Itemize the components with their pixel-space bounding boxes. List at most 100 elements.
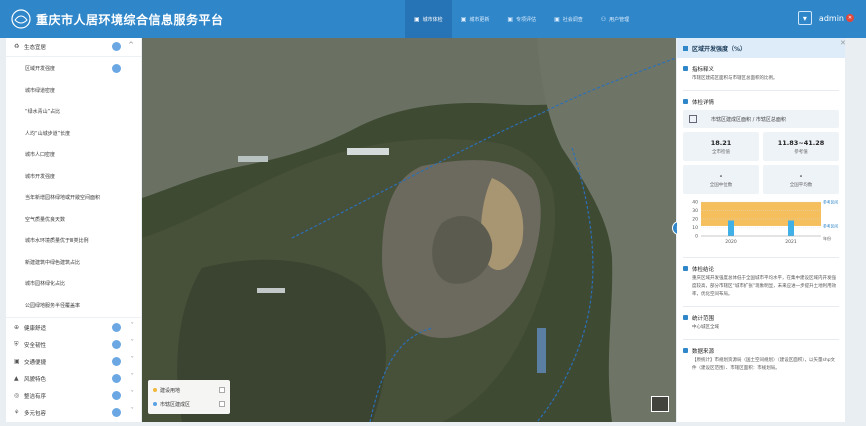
sidebar-item[interactable]: 城市人口密度 xyxy=(6,144,141,166)
y-tick-label: 30 xyxy=(692,208,698,214)
flag-icon xyxy=(683,315,688,320)
sidebar-item[interactable]: 城市开发强度 xyxy=(6,166,141,188)
flag-icon xyxy=(683,99,688,104)
section-title-label: 统计范围 xyxy=(692,315,715,322)
sidebar-item[interactable]: 当年新增园林绿地或开敞空间面积 xyxy=(6,187,141,209)
basemap-switcher[interactable] xyxy=(651,396,669,412)
satellite-map[interactable] xyxy=(142,38,676,422)
divider xyxy=(6,56,141,57)
chevron-down-icon[interactable]: ˇ xyxy=(131,322,135,330)
sidebar-item[interactable]: 城市园林绿化占比 xyxy=(6,273,141,295)
sidebar-item[interactable]: “绿水青山”占比 xyxy=(6,101,141,123)
chevron-down-icon[interactable]: ˇ xyxy=(131,390,135,398)
divider xyxy=(683,306,839,307)
sidebar-item-label: 人均“山城步道”长度 xyxy=(25,130,71,137)
count-badge xyxy=(112,408,121,417)
nav-dot-icon: ⚇ xyxy=(600,15,607,23)
section-title: 数据来源 xyxy=(683,346,839,355)
nav-label: 社会调查 xyxy=(562,16,583,23)
nav-item-urban-renewal[interactable]: ▣ 城市更新 xyxy=(452,0,499,38)
nav-dot-icon: ▣ xyxy=(414,15,420,23)
message-icon[interactable]: ▾ xyxy=(797,11,812,25)
sidebar-item[interactable]: 新建建筑中绿色建筑占比 xyxy=(6,252,141,274)
app-root: 重庆市人居环境综合信息服务平台 ▣ 城市体检 ▣ 城市更新 ▣ 专项评估 ▣ 社会调查 … xyxy=(0,0,866,426)
nav-label: 用户管理 xyxy=(609,16,630,23)
sidebar-group-safety[interactable]: ⛨ 安全韧性 ˇ xyxy=(6,336,141,353)
count-badge xyxy=(112,340,121,349)
section-title: 体检结论 xyxy=(683,264,839,273)
chevron-down-icon[interactable]: ˇ xyxy=(131,339,135,347)
sidebar-item[interactable]: 城市绿道密度 xyxy=(6,80,141,102)
sidebar-group-traffic[interactable]: ▣ 交通便捷 ˇ xyxy=(6,353,141,370)
stat-card: - 全国平均数 xyxy=(763,165,839,194)
formula-icon xyxy=(689,115,697,123)
sidebar-group-label: 健康舒适 xyxy=(24,325,47,332)
panel-title-icon xyxy=(683,45,688,51)
count-badge xyxy=(112,357,121,366)
divider xyxy=(6,317,141,318)
y-tick-label: 0 xyxy=(695,234,698,240)
stat-value: 18.21 xyxy=(710,138,732,147)
detail-section: 体检详情 市辖区建成区面积 / 市辖区总面积 18.21 全市检值 11.83~4… xyxy=(677,97,845,258)
stat-label: 全国中位数 xyxy=(709,182,733,188)
sidebar-item[interactable]: 区域开发强度 xyxy=(6,58,141,80)
health-icon: ⊕ xyxy=(14,324,20,331)
chevron-down-icon[interactable]: ˇ xyxy=(131,373,135,381)
divider xyxy=(683,339,839,340)
sidebar-item-label: 新建建筑中绿色建筑占比 xyxy=(25,259,81,266)
leaf-icon: ♻ xyxy=(14,43,20,50)
sidebar-item[interactable]: 空气质量优良天数 xyxy=(6,209,141,231)
sidebar-item-label: “绿水青山”占比 xyxy=(25,109,61,116)
section-title-label: 体检详情 xyxy=(692,99,715,106)
nav-item-user-management[interactable]: ⚇ 用户管理 xyxy=(592,0,638,38)
y-tick-label: 40 xyxy=(692,200,698,206)
nav-item-social-survey[interactable]: ▣ 社会调查 xyxy=(545,0,592,38)
sidebar-group-order[interactable]: ◎ 整洁有序 ˇ xyxy=(6,387,141,404)
section-title-label: 体检结论 xyxy=(692,266,715,273)
count-badge xyxy=(112,374,121,383)
close-icon[interactable]: ✕ xyxy=(840,39,846,47)
sidebar-group-label: 安全韧性 xyxy=(24,342,47,349)
logout-icon[interactable]: ✕ xyxy=(846,14,854,22)
sidebar-item-label: 当年新增园林绿地或开敞空间面积 xyxy=(25,195,101,202)
reference-band xyxy=(701,202,821,226)
sidebar-group-health[interactable]: ⊕ 健康舒适 ˇ xyxy=(6,319,141,336)
user-name[interactable]: admin xyxy=(819,14,844,23)
legend-color-dot xyxy=(153,388,157,392)
scope-text: 中心城区全域 xyxy=(692,325,719,330)
nav-item-health-check[interactable]: ▣ 城市体检 xyxy=(405,0,452,38)
sidebar-item[interactable]: 公园绿地服务半径覆盖率 xyxy=(6,295,141,317)
nav-dot-icon: ▣ xyxy=(507,15,514,23)
nav-item-special-assessment[interactable]: ▣ 专项评估 xyxy=(498,0,545,38)
section-title-label: 数据来源 xyxy=(692,348,715,355)
chevron-down-icon[interactable]: ˇ xyxy=(131,407,135,415)
main-nav: ▣ 城市体检 ▣ 城市更新 ▣ 专项评估 ▣ 社会调查 ⚇ 用户管理 xyxy=(405,0,638,38)
legend-color-dot xyxy=(153,402,157,406)
data-bar xyxy=(788,220,794,236)
divider xyxy=(683,257,839,258)
x-axis-label: 年份 xyxy=(823,235,831,241)
sidebar-group-label: 风貌特色 xyxy=(24,376,47,383)
section-title-label: 指标释义 xyxy=(692,66,715,73)
count-badge xyxy=(112,323,121,332)
legend-item-built-area[interactable]: 市辖区建成区 xyxy=(153,397,225,411)
stat-value: - xyxy=(719,171,723,180)
count-badge xyxy=(112,391,121,400)
sidebar-item[interactable]: 城市水环境质量优于Ⅲ类比例 xyxy=(6,230,141,252)
chevron-down-icon[interactable]: ˇ xyxy=(131,356,135,364)
legend-item-construction[interactable]: 建设用地 xyxy=(153,383,225,397)
panel-title: 区域开发强度（%） xyxy=(692,45,747,53)
sidebar-item[interactable]: 人均“山城步道”长度 xyxy=(6,123,141,145)
sidebar-group-style[interactable]: ▲ 风貌特色 ˇ xyxy=(6,370,141,387)
broom-icon: ◎ xyxy=(14,392,20,399)
chevron-up-icon[interactable]: ^ xyxy=(128,41,134,49)
sidebar-group-inclusive[interactable]: ⚘ 多元包容 ˇ xyxy=(6,404,141,421)
source-section: 数据来源 【原统计】市规划资源局（国土空间规划）（建设区面积），以矢量shp文件… xyxy=(677,346,845,373)
data-bar xyxy=(728,220,734,236)
shield-icon: ⛨ xyxy=(14,340,19,348)
legend-checkbox[interactable] xyxy=(219,387,225,393)
legend-checkbox[interactable] xyxy=(219,401,225,407)
sidebar-group-ecology[interactable]: ♻ 生态宜居 ^ xyxy=(6,38,141,55)
stat-grid: 18.21 全市检值 11.83~41.28 参考值 - 全国中位数 - 全国平均数 xyxy=(683,132,839,194)
stat-label: 全国平均数 xyxy=(789,182,813,188)
